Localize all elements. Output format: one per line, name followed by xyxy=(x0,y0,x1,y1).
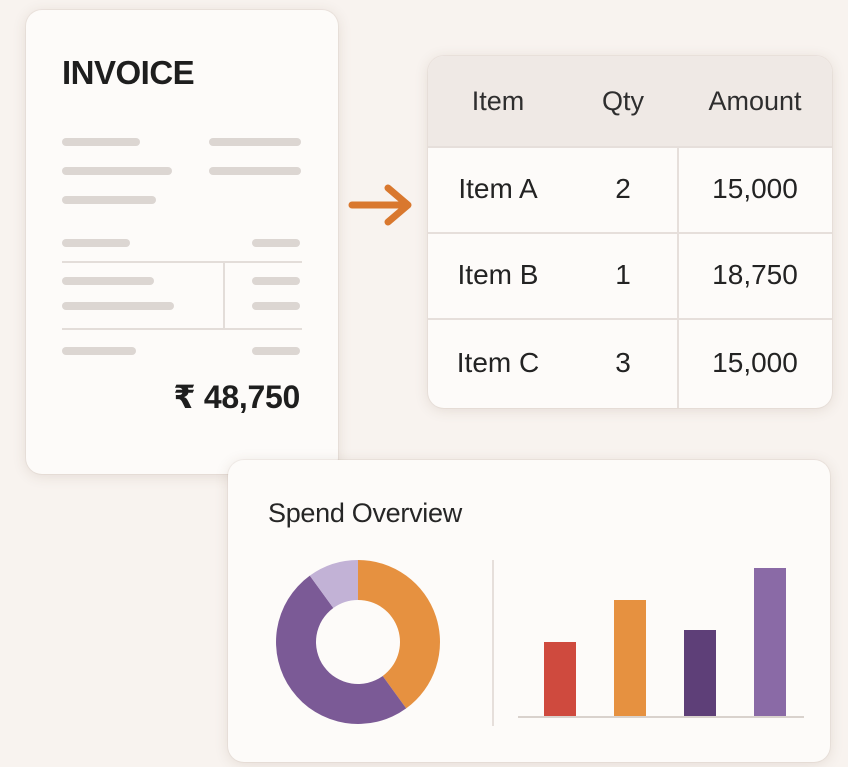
cell-qty: 1 xyxy=(615,259,631,290)
placeholder-line xyxy=(252,239,300,247)
divider xyxy=(62,328,302,330)
spend-overview-card: Spend Overview xyxy=(228,460,830,762)
invoice-total: ₹ 48,750 xyxy=(173,379,300,415)
bar-4 xyxy=(754,568,786,716)
placeholder-line xyxy=(62,277,154,285)
placeholder-line xyxy=(62,138,140,146)
row-divider xyxy=(428,232,832,234)
table-row: Item A 2 15,000 xyxy=(428,146,832,232)
placeholder-line xyxy=(209,138,301,146)
bar-3 xyxy=(684,630,716,716)
cell-item: Item A xyxy=(458,173,538,204)
placeholder-line xyxy=(209,167,301,175)
line-items-table: Item Qty Amount Item A 2 15,000 Item B 1… xyxy=(428,56,832,408)
placeholder-line xyxy=(62,239,130,247)
placeholder-line xyxy=(252,302,300,310)
bar-1 xyxy=(544,642,576,716)
chart-divider xyxy=(492,560,494,726)
divider xyxy=(62,261,302,263)
cell-qty: 2 xyxy=(615,173,631,204)
cell-amount: 18,750 xyxy=(712,259,798,290)
bar-chart xyxy=(518,568,804,718)
table-row: Item B 1 18,750 xyxy=(428,232,832,318)
cell-amount: 15,000 xyxy=(712,173,798,204)
column-header-item: Item xyxy=(471,85,525,116)
spend-title: Spend Overview xyxy=(268,498,462,528)
placeholder-line xyxy=(62,347,136,355)
placeholder-line xyxy=(252,277,300,285)
column-header-qty: Qty xyxy=(601,85,644,116)
placeholder-line xyxy=(62,302,174,310)
donut-chart xyxy=(276,560,440,724)
bar-2 xyxy=(614,600,646,716)
cell-amount: 15,000 xyxy=(712,347,798,378)
invoice-card: INVOICE ₹ 48,750 xyxy=(26,10,338,474)
invoice-title: INVOICE xyxy=(62,54,195,91)
column-header-amount: Amount xyxy=(708,85,802,116)
divider xyxy=(223,262,225,328)
row-divider xyxy=(428,318,832,320)
cell-qty: 3 xyxy=(615,347,631,378)
row-divider xyxy=(428,146,832,148)
cell-item: Item B xyxy=(457,259,539,290)
placeholder-line xyxy=(62,196,156,204)
arrow-right-icon xyxy=(348,184,412,226)
cell-item: Item C xyxy=(456,347,540,378)
placeholder-line xyxy=(252,347,300,355)
column-divider xyxy=(677,146,679,408)
table-row: Item C 3 15,000 xyxy=(428,318,832,408)
placeholder-line xyxy=(62,167,172,175)
table-header-row: Item Qty Amount xyxy=(428,56,832,146)
